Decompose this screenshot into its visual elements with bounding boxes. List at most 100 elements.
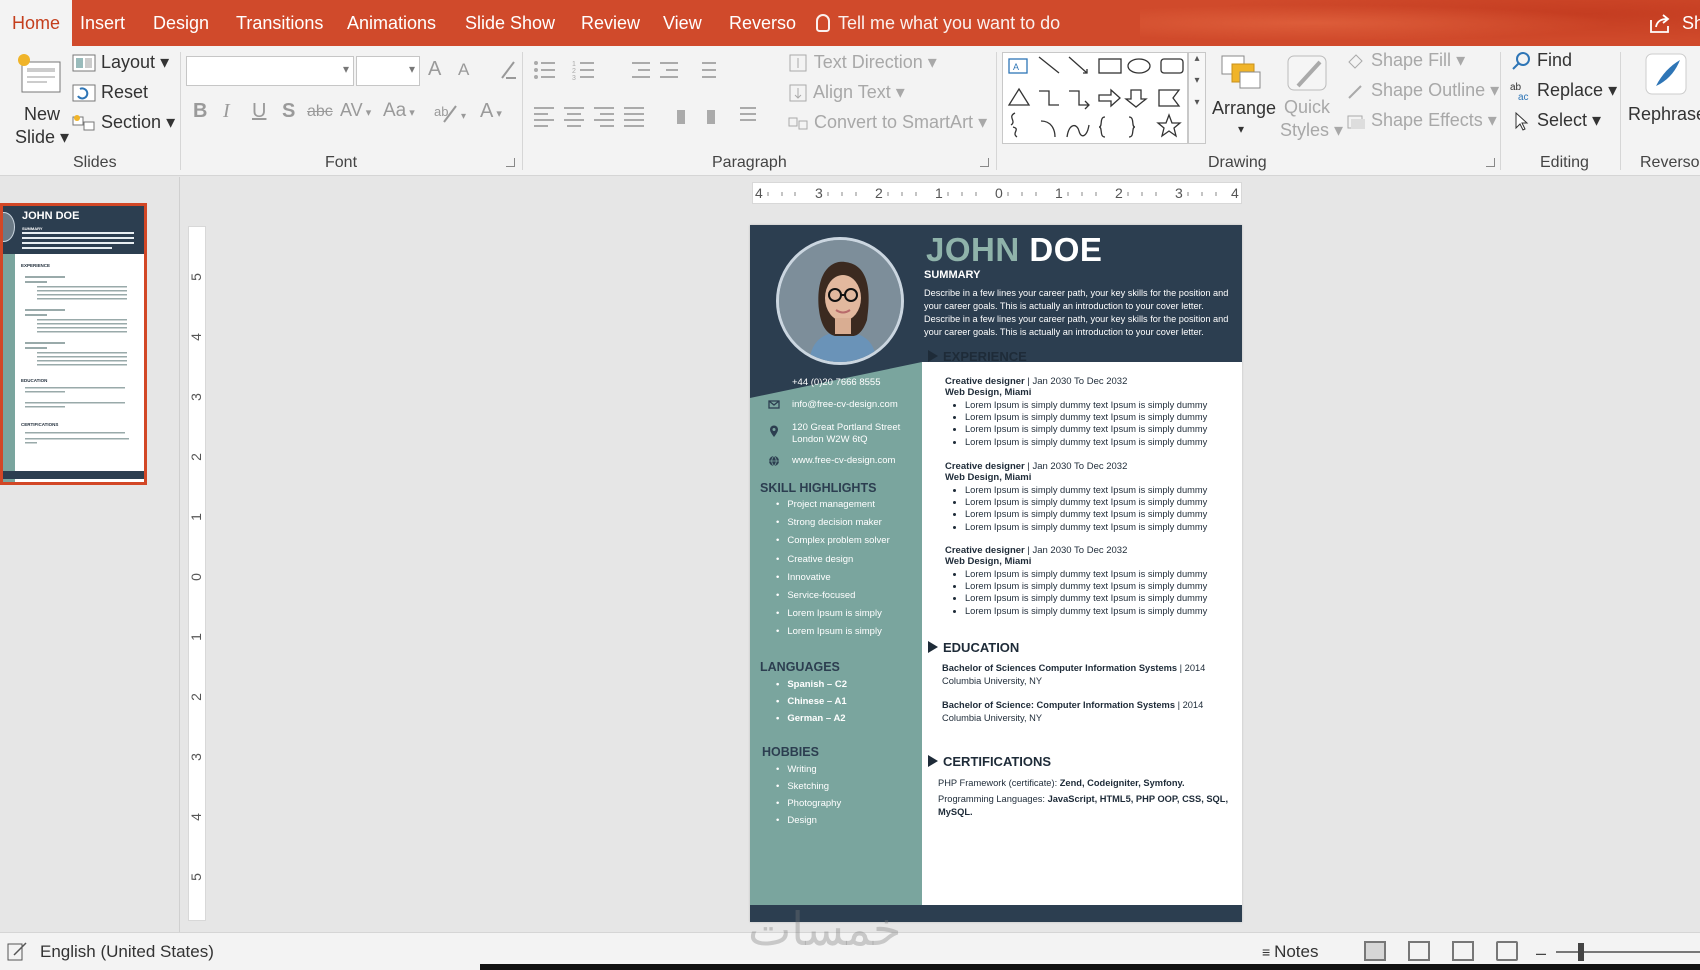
list-indent-icons[interactable]: 123	[532, 56, 782, 84]
arrange-icon[interactable]	[1218, 52, 1266, 92]
ruler-number: 2	[875, 185, 883, 201]
alignment-icons[interactable]	[532, 102, 782, 130]
tab-insert[interactable]: Insert	[80, 0, 125, 46]
tab-view[interactable]: View	[663, 0, 702, 46]
tell-me-search[interactable]: Tell me what you want to do	[816, 0, 1060, 46]
resume-name[interactable]: JOHN DOE	[926, 231, 1102, 269]
align-text-button[interactable]: Align Text ▾	[787, 82, 905, 104]
zoom-slider-thumb[interactable]	[1578, 943, 1584, 961]
list-item: Service-focused	[776, 590, 890, 608]
zoom-out-button[interactable]: –	[1536, 943, 1546, 964]
slideshow-view-button[interactable]	[1496, 941, 1518, 961]
convert-smartart-button[interactable]: Convert to SmartArt ▾	[787, 112, 987, 134]
languages-heading: LANGUAGES	[760, 660, 840, 674]
font-color-button[interactable]: A ▾	[480, 100, 502, 123]
language-status[interactable]: English (United States)	[40, 942, 214, 962]
font-family-combo[interactable]	[186, 56, 354, 86]
find-button[interactable]: Find	[1510, 50, 1572, 72]
slide-canvas[interactable]: JOHN DOE SUMMARY Describe in a few lines…	[750, 225, 1242, 922]
new-slide-label-2[interactable]: Slide ▾	[15, 127, 69, 148]
slide-sorter-view-button[interactable]	[1408, 941, 1430, 961]
notes-button[interactable]: ≡ Notes	[1262, 942, 1318, 962]
tab-home[interactable]: Home	[0, 0, 73, 46]
italic-button[interactable]: I	[223, 100, 230, 123]
text-direction-button[interactable]: Text Direction ▾	[787, 52, 937, 74]
phone-icon	[769, 377, 780, 387]
new-slide-icon[interactable]	[14, 52, 64, 98]
arrange-button[interactable]: Arrange	[1212, 98, 1276, 119]
quick-styles-label-2[interactable]: Styles ▾	[1280, 120, 1343, 141]
quick-styles-icon[interactable]	[1284, 52, 1334, 96]
paragraph-dialog-launcher[interactable]	[980, 158, 989, 167]
ruler-number: 5	[187, 873, 204, 881]
quick-styles-label-1[interactable]: Quick	[1284, 97, 1330, 118]
email-icon	[768, 400, 780, 409]
vertical-ruler[interactable]: 5 4 3 2 1 0 1 2 3 4 5	[188, 226, 206, 921]
tab-animations[interactable]: Animations	[347, 0, 436, 46]
new-slide-label-1[interactable]: New	[24, 104, 60, 125]
font-group-label: Font	[325, 154, 358, 171]
reverso-group-label: Reverso	[1640, 154, 1700, 171]
bold-button[interactable]: B	[193, 100, 207, 123]
reset-button[interactable]: Reset	[72, 82, 148, 103]
profile-photo[interactable]	[776, 237, 904, 365]
horizontal-ruler[interactable]: 4 3 2 1 0 1 2 3 4	[752, 182, 1242, 204]
section-button[interactable]: Section ▾	[72, 112, 175, 133]
shape-effects-icon	[1347, 115, 1365, 130]
rephrase-quill-icon[interactable]	[1644, 52, 1690, 96]
layout-button[interactable]: Layout ▾	[72, 52, 169, 73]
spelling-check-icon[interactable]	[6, 941, 28, 963]
tab-design[interactable]: Design	[153, 0, 209, 46]
ruler-number: 4	[1231, 185, 1239, 201]
shape-outline-button[interactable]: Shape Outline ▾	[1344, 80, 1499, 102]
slide-thumbnail-1[interactable]: JOHN DOE SUMMARY EXPERIENCE EDUCATION CE…	[0, 203, 147, 485]
separator	[1500, 52, 1501, 170]
share-label[interactable]: Sh	[1682, 0, 1700, 46]
ruler-number: 4	[755, 185, 763, 201]
shrink-font-button[interactable]: A	[458, 60, 469, 80]
select-button[interactable]: Select ▾	[1510, 110, 1601, 132]
shape-effects-button[interactable]: Shape Effects ▾	[1344, 110, 1497, 132]
shapes-gallery[interactable]: A	[1002, 52, 1188, 144]
ruler-number: 1	[1055, 185, 1063, 201]
shape-fill-button[interactable]: Shape Fill ▾	[1344, 50, 1465, 72]
gallery-scroll[interactable]: ▴ ▾ ▾	[1188, 52, 1206, 144]
smartart-icon	[788, 117, 808, 130]
ruler-number: 2	[1115, 185, 1123, 201]
list-item: Lorem Ipsum is simply	[776, 626, 890, 644]
replace-button[interactable]: ab ac Replace ▾	[1510, 80, 1617, 102]
strikethrough-button[interactable]: abc	[307, 103, 333, 121]
ruler-number: 2	[187, 453, 204, 461]
list-item: Project management	[776, 499, 890, 517]
normal-view-button[interactable]	[1364, 941, 1386, 961]
tab-reverso[interactable]: Reverso	[729, 0, 796, 46]
replace-icon: abac	[1510, 82, 1529, 102]
taskbar-edge	[480, 964, 1700, 970]
text-shadow-button[interactable]: S	[282, 100, 295, 123]
drawing-dialog-launcher[interactable]	[1486, 158, 1495, 167]
tab-transitions[interactable]: Transitions	[236, 0, 323, 46]
clear-formatting-icon[interactable]	[496, 58, 520, 82]
skills-list: Project management Strong decision maker…	[776, 499, 890, 645]
font-dialog-launcher[interactable]	[506, 158, 515, 167]
underline-button[interactable]: U	[252, 100, 266, 123]
grow-font-button[interactable]: A	[428, 58, 441, 81]
arrange-dropdown[interactable]: ▾	[1238, 122, 1244, 136]
character-spacing-button[interactable]: AV ▾	[340, 100, 371, 121]
font-size-combo[interactable]	[356, 56, 420, 86]
change-case-button[interactable]: Aa ▾	[383, 100, 415, 122]
contact-address: 120 Great Portland Street London W2W 6tQ	[792, 422, 901, 445]
layout-icon	[72, 54, 96, 72]
highlight-color-icon[interactable]: ab ▾	[434, 102, 470, 126]
ruler-number: 0	[995, 185, 1003, 201]
reading-view-button[interactable]	[1452, 941, 1474, 961]
share-icon[interactable]	[1648, 12, 1672, 34]
align-text-icon	[789, 84, 807, 102]
separator	[996, 52, 997, 170]
tab-review[interactable]: Review	[581, 0, 640, 46]
list-item: Creative design	[776, 554, 890, 572]
certification-entry: PHP Framework (certificate): Zend, Codei…	[938, 778, 1185, 788]
rephrase-button[interactable]: Rephrase	[1628, 104, 1700, 125]
tab-slide-show[interactable]: Slide Show	[465, 0, 555, 46]
certifications-heading: CERTIFICATIONS	[928, 754, 1051, 769]
